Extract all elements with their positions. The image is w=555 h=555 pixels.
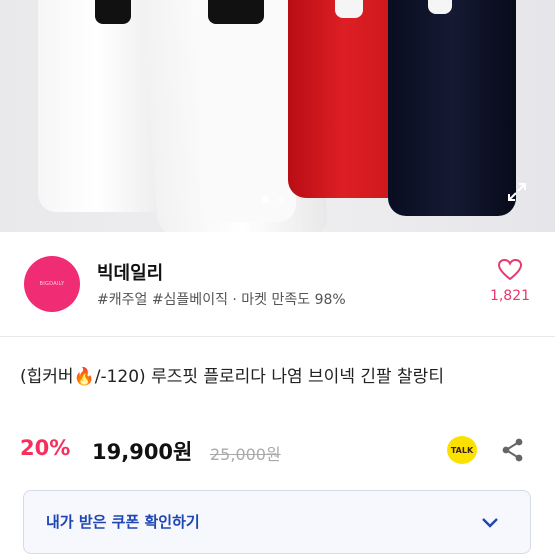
gallery-pagination (262, 196, 285, 203)
price-row: 20% 19,900원 25,000원 TALK (20, 434, 540, 470)
avatar-logo-text: BIGDAILY (39, 281, 65, 287)
expand-icon[interactable] (505, 180, 529, 204)
sale-price: 19,900원 (92, 440, 193, 464)
share-icon[interactable] (500, 437, 526, 463)
kakao-talk-button[interactable]: TALK (447, 436, 477, 464)
seller-tags: #캐주얼 #심플베이직 · 마켓 만족도 98% (97, 292, 346, 308)
shirt-print (428, 0, 452, 14)
seller-name[interactable]: 빅데일리 (97, 259, 163, 285)
chevron-down-icon (479, 511, 501, 533)
like-button[interactable]: 1,821 (480, 258, 540, 304)
like-count: 1,821 (489, 288, 531, 304)
seller-section: BIGDAILY 빅데일리 #캐주얼 #심플베이직 · 마켓 만족도 98% 1… (0, 232, 555, 337)
shirt-print (335, 0, 363, 18)
white-shirt-3 (200, 0, 296, 222)
product-title: (힙커버🔥/-120) 루즈핏 플로리다 나염 브이넥 긴팔 찰랑티 (20, 367, 444, 387)
original-price: 25,000원 (210, 445, 281, 464)
product-image[interactable] (0, 0, 555, 232)
pagination-dot[interactable] (262, 196, 269, 203)
heart-icon (497, 258, 523, 286)
discount-rate: 20% (20, 436, 71, 460)
shirt-print (95, 0, 131, 24)
talk-label: TALK (450, 445, 474, 455)
coupon-label: 내가 받은 쿠폰 확인하기 (46, 513, 200, 531)
navy-shirt (388, 0, 516, 216)
pagination-dot[interactable] (278, 196, 285, 203)
shirt-print (208, 0, 264, 24)
seller-avatar[interactable]: BIGDAILY (24, 256, 80, 312)
coupon-check-button[interactable]: 내가 받은 쿠폰 확인하기 (23, 490, 531, 554)
